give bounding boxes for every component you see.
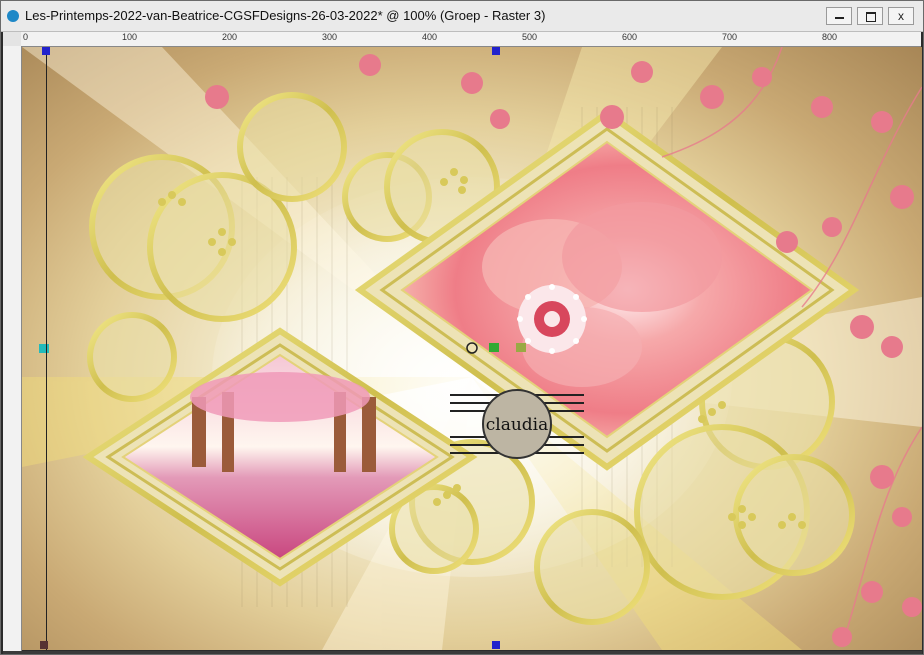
app-icon (7, 10, 19, 22)
ruler-label: 100 (122, 32, 138, 42)
maximize-icon (866, 12, 876, 22)
guide-marker[interactable] (492, 641, 500, 649)
title-bar[interactable]: Les-Printemps-2022-van-Beatrice-CGSFDesi… (1, 1, 923, 32)
bottom-edge (3, 651, 922, 654)
ruler-label: 500 (522, 32, 538, 42)
watermark-text: claudia (486, 415, 549, 435)
artwork: claudia (22, 47, 922, 650)
ruler-label: 800 (822, 32, 838, 42)
window-title: Les-Printemps-2022-van-Beatrice-CGSFDesi… (25, 8, 546, 23)
guide-marker[interactable] (42, 47, 50, 55)
close-icon: x (898, 9, 904, 23)
vertical-ruler[interactable] (3, 46, 22, 651)
close-button[interactable]: x (888, 7, 914, 25)
app-window: Les-Printemps-2022-van-Beatrice-CGSFDesi… (0, 0, 924, 655)
minimize-icon (835, 17, 844, 19)
ruler-label: 700 (722, 32, 738, 42)
ruler-label: 0 (23, 32, 29, 42)
ruler-label: 300 (322, 32, 338, 42)
ruler-label: 600 (622, 32, 638, 42)
guide-marker[interactable] (40, 641, 48, 649)
vertical-guide-line[interactable] (46, 47, 47, 650)
minimize-button[interactable] (826, 7, 852, 25)
maximize-button[interactable] (857, 7, 883, 25)
guide-marker[interactable] (492, 47, 500, 55)
ruler-label: 400 (422, 32, 438, 42)
image-canvas[interactable]: claudia (22, 47, 922, 650)
horizontal-ruler[interactable]: 0 100 200 300 400 500 600 700 800 (21, 32, 921, 47)
ruler-label: 200 (222, 32, 238, 42)
ruler-corner (3, 32, 21, 46)
